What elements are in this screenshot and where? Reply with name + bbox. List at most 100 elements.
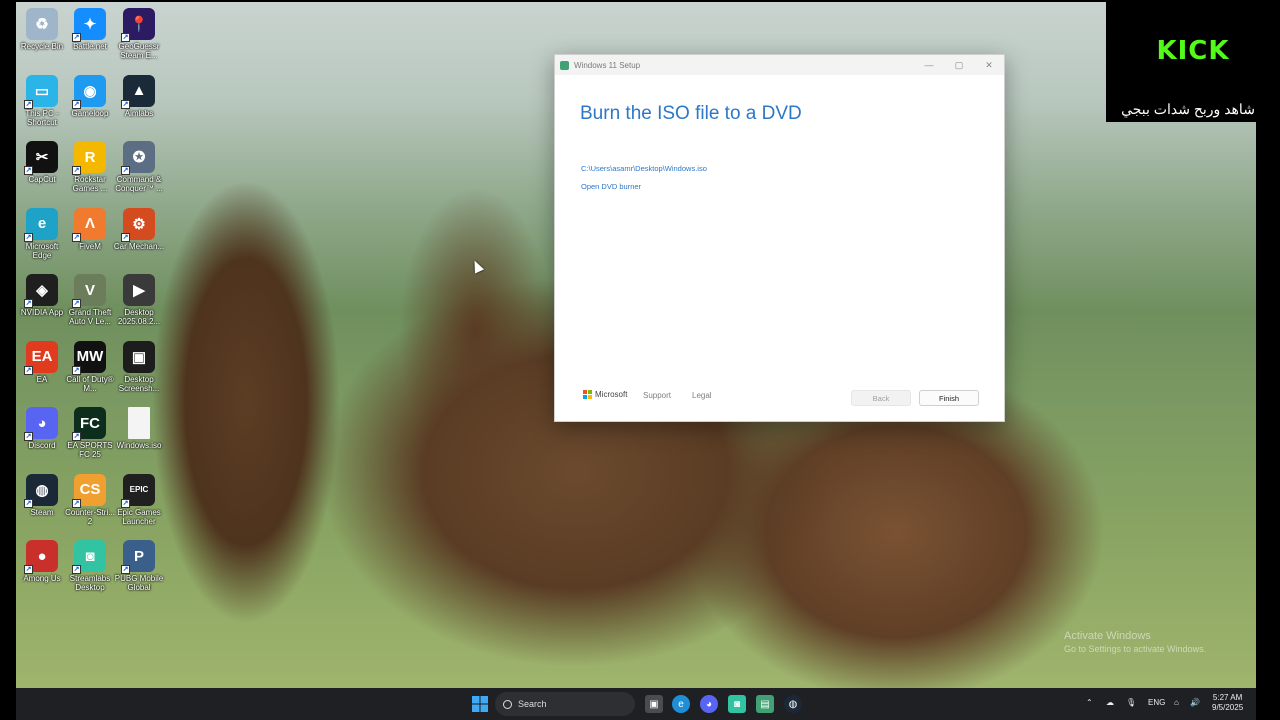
taskbar-streamlabs-button[interactable]: ◙ bbox=[728, 695, 746, 713]
taskbar-setup-button[interactable]: ▤ bbox=[756, 695, 774, 713]
desktop-icon-label: Desktop 2025.08.2... bbox=[117, 308, 161, 326]
desktop-icon[interactable]: ◙ ↗ Streamlabs Desktop bbox=[64, 536, 116, 592]
setup-app-icon bbox=[560, 60, 569, 70]
shortcut-arrow-icon: ↗ bbox=[72, 565, 81, 574]
legal-link[interactable]: Legal bbox=[692, 391, 712, 400]
desktop-icon[interactable]: ◉ ↗ Gameloop bbox=[64, 71, 116, 118]
windows-setup-window: Windows 11 Setup — ▢ ✕ Burn the ISO file… bbox=[554, 54, 1005, 422]
desktop-icon[interactable]: P ↗ PUBG Mobile Global bbox=[113, 536, 165, 592]
streamlabs-icon: ◙ ↗ bbox=[72, 540, 106, 574]
desktop-icon-label: Recycle Bin bbox=[20, 42, 64, 51]
steam-icon: ◍ ↗ bbox=[24, 473, 58, 508]
taskbar-search-box[interactable]: Search bbox=[495, 692, 635, 716]
desktop-icon-label: Grand Theft Auto V Le... bbox=[68, 308, 112, 326]
desktop-icon[interactable]: ▲ ↗ Aimlabs bbox=[113, 71, 165, 118]
desktop-icon[interactable]: FC ↗ EA SPORTS FC 25 bbox=[64, 403, 116, 459]
mouse-cursor bbox=[469, 258, 485, 274]
capcut-icon: ✂ ↗ bbox=[24, 141, 58, 175]
desktop-icon[interactable]: 📍 ↗ GeoGuessr Steam E... bbox=[113, 4, 165, 60]
taskbar-edge-button[interactable]: e bbox=[672, 695, 690, 713]
system-clock[interactable]: 5:27 AM 9/5/2025 bbox=[1212, 693, 1243, 713]
desktop-icon[interactable]: ♻ Recycle Bin bbox=[16, 4, 68, 51]
ea-fc-icon: FC ↗ bbox=[72, 407, 106, 441]
close-button[interactable]: ✕ bbox=[974, 60, 1004, 71]
desktop-icon[interactable]: ▣ Desktop Screensh... bbox=[113, 337, 165, 393]
maximize-button[interactable]: ▢ bbox=[944, 60, 974, 71]
edge-icon: e bbox=[678, 698, 684, 710]
desktop-icon[interactable]: EPIC ↗ Epic Games Launcher bbox=[113, 470, 165, 526]
desktop-icon[interactable]: ◈ ↗ NVIDIA App bbox=[16, 270, 68, 317]
geoguessr-icon: 📍 ↗ bbox=[121, 8, 155, 42]
desktop-icon[interactable]: ✂ ↗ CapCut bbox=[16, 137, 68, 184]
minimize-button[interactable]: — bbox=[914, 60, 944, 71]
desktop-icon[interactable]: ✪ ↗ Command & Conquer™ ... bbox=[113, 137, 165, 193]
shortcut-arrow-icon: ↗ bbox=[121, 498, 130, 508]
counter-strike-icon: CS ↗ bbox=[72, 473, 106, 508]
finish-button[interactable]: Finish bbox=[919, 390, 979, 406]
start-button[interactable] bbox=[471, 695, 489, 713]
steam-icon: ◍ bbox=[788, 698, 798, 710]
streamlabs-icon: ◙ bbox=[733, 698, 741, 710]
task-view-button[interactable]: ▣ bbox=[645, 695, 663, 713]
desktop-icon[interactable]: ✦ ↗ Battle.net bbox=[64, 4, 116, 51]
support-link[interactable]: Support bbox=[643, 391, 671, 400]
desktop-icon[interactable]: ▭ ↗ This PC - Shortcut bbox=[16, 71, 68, 127]
shortcut-arrow-icon: ↗ bbox=[72, 33, 81, 42]
taskbar-steam-button[interactable]: ◍ bbox=[784, 695, 802, 713]
microsoft-logo-icon bbox=[583, 390, 592, 399]
watermark-title: Activate Windows bbox=[1064, 630, 1151, 642]
desktop-icon[interactable]: Windows.iso bbox=[113, 403, 165, 450]
desktop-icon-label: Windows.iso bbox=[116, 441, 162, 450]
desktop-icon[interactable]: V ↗ Grand Theft Auto V Le... bbox=[64, 270, 116, 326]
call-of-duty-icon: MW ↗ bbox=[72, 340, 106, 375]
language-indicator[interactable]: ENG bbox=[1148, 698, 1165, 707]
kick-logo: KICK bbox=[1156, 36, 1230, 66]
microphone-icon[interactable]: 🎙 bbox=[1126, 698, 1136, 707]
shortcut-arrow-icon: ↗ bbox=[72, 365, 81, 375]
desktop-icon[interactable]: e ↗ Microsoft Edge bbox=[16, 204, 68, 260]
open-dvd-burner-link[interactable]: Open DVD burner bbox=[581, 182, 641, 191]
desktop-icon-label: Battle.net bbox=[73, 42, 107, 51]
gameloop-icon: ◉ ↗ bbox=[72, 74, 106, 109]
desktop-icon[interactable]: EA ↗ EA bbox=[16, 337, 68, 384]
desktop-icon-label: Aimlabs bbox=[124, 108, 154, 118]
among-us-icon: ● ↗ bbox=[24, 540, 58, 574]
clock-time: 5:27 AM bbox=[1212, 693, 1243, 702]
desktop-icon-label: Counter-Stri... 2 bbox=[65, 507, 115, 526]
window-titlebar[interactable]: Windows 11 Setup — ▢ ✕ bbox=[555, 55, 1004, 75]
iso-path-link[interactable]: C:\Users\asamr\Desktop\Windows.iso bbox=[581, 164, 707, 173]
desktop-icon-label: Microsoft Edge bbox=[25, 241, 59, 260]
back-button[interactable]: Back bbox=[851, 390, 911, 406]
desktop-icon[interactable]: ◍ ↗ Steam bbox=[16, 470, 68, 517]
shortcut-arrow-icon: ↗ bbox=[24, 299, 33, 308]
shortcut-arrow-icon: ↗ bbox=[121, 166, 130, 175]
shortcut-arrow-icon: ↗ bbox=[24, 432, 33, 441]
desktop-icon[interactable]: Λ ↗ FiveM bbox=[64, 204, 116, 251]
pubg-icon: P ↗ bbox=[121, 540, 155, 574]
rockstar-icon: R ↗ bbox=[72, 141, 106, 175]
desktop-icon-label: Call of Duty® M... bbox=[66, 374, 114, 393]
desktop-icon[interactable]: R ↗ Rockstar Games ... bbox=[64, 137, 116, 193]
search-placeholder: Search bbox=[518, 699, 547, 709]
this-pc-icon: ▭ ↗ bbox=[24, 74, 58, 109]
desktop-icon[interactable]: MW ↗ Call of Duty® M... bbox=[64, 337, 116, 393]
activate-windows-watermark: Activate Windows Go to Settings to activ… bbox=[1064, 630, 1206, 656]
window-title: Windows 11 Setup bbox=[574, 60, 641, 70]
task-view-icon: ▣ bbox=[649, 698, 659, 710]
taskbar-discord-button[interactable]: ◕ bbox=[700, 695, 718, 713]
desktop: ♻ Recycle Bin ✦ ↗ Battle.net 📍 ↗ GeoGuessr Stea… bbox=[16, 2, 1256, 688]
onedrive-icon[interactable]: ☁ bbox=[1106, 698, 1114, 707]
volume-icon[interactable]: 🔊 bbox=[1190, 698, 1200, 707]
desktop-icon[interactable]: ◕ ↗ Discord bbox=[16, 403, 68, 450]
shortcut-arrow-icon: ↗ bbox=[24, 498, 33, 508]
taskbar: Search ▣ e ◕ ◙ ▤ ◍ ⌃ ☁ 🎙 ENG ⌂ 🔊 5:27 AM… bbox=[16, 688, 1256, 720]
desktop-icon[interactable]: ▶ Desktop 2025.08.2... bbox=[113, 270, 165, 326]
edge-icon: e ↗ bbox=[24, 207, 58, 242]
show-hidden-icons-button[interactable]: ⌃ bbox=[1086, 698, 1093, 707]
desktop-icon[interactable]: ● ↗ Among Us bbox=[16, 536, 68, 583]
command-conquer-icon: ✪ ↗ bbox=[121, 141, 155, 175]
desktop-icon[interactable]: ⚙ ↗ Car Mechan... bbox=[113, 204, 165, 251]
desktop-icon-label: This PC - Shortcut bbox=[25, 108, 59, 127]
desktop-icon[interactable]: CS ↗ Counter-Stri... 2 bbox=[64, 470, 116, 526]
network-icon[interactable]: ⌂ bbox=[1174, 698, 1179, 707]
